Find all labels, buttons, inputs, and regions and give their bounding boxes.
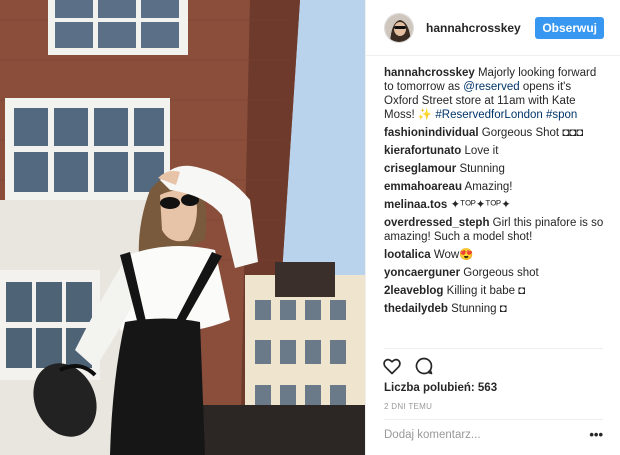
post-date[interactable]: 2 DNI TEMU	[384, 402, 432, 411]
comment-author[interactable]: emmahoareau	[384, 181, 462, 193]
list-item: kierafortunato Love it	[384, 144, 606, 158]
comment-author[interactable]: kierafortunato	[384, 145, 461, 157]
comment-author[interactable]: lootalica	[384, 249, 431, 261]
header-username[interactable]: hannahcrosskey	[426, 21, 521, 35]
comment-author[interactable]: 2leaveblog	[384, 285, 443, 297]
avatar-image	[385, 13, 413, 42]
list-item: melinaa.tos ✦ᵀᴼᴾ✦ᵀᴼᴾ✦	[384, 198, 606, 212]
caption-mention[interactable]: @reserved	[463, 81, 519, 93]
caption-hashtags[interactable]: #ReservedforLondon #spon	[435, 109, 577, 121]
list-item: lootalica Wow😍	[384, 248, 606, 262]
comment-text: Love it	[464, 145, 499, 157]
comment-text: Killing it babe ◘	[446, 285, 526, 297]
action-bar	[382, 356, 434, 376]
post-photo[interactable]	[0, 0, 365, 455]
list-item: criseglamour Stunning	[384, 162, 606, 176]
speech-bubble-icon[interactable]	[414, 356, 434, 376]
list-item: yoncaerguner Gorgeous shot	[384, 266, 606, 280]
comment-author[interactable]: fashionindividual	[384, 127, 479, 139]
comment-author[interactable]: overdressed_steph	[384, 217, 489, 229]
comment-text: Wow😍	[433, 249, 474, 261]
post-header: hannahcrosskey Obserwuj	[366, 0, 620, 56]
caption: hannahcrosskey Majorly looking forward t…	[384, 66, 606, 122]
add-comment-input[interactable]: Dodaj komentarz...	[384, 429, 481, 441]
post-sidebar: hannahcrosskey Obserwuj hannahcrosskey M…	[365, 0, 620, 455]
comment-text: Gorgeous Shot ◘◘◘	[481, 127, 584, 139]
comment-author[interactable]: thedailydeb	[384, 303, 448, 315]
caption-author[interactable]: hannahcrosskey	[384, 67, 475, 79]
heart-outline-icon[interactable]	[382, 356, 402, 376]
follow-button[interactable]: Obserwuj	[535, 17, 604, 39]
divider	[384, 419, 603, 420]
divider	[384, 348, 603, 349]
list-item: overdressed_steph Girl this pinafore is …	[384, 216, 606, 244]
comment-text: Amazing!	[464, 181, 513, 193]
comment-author[interactable]: melinaa.tos	[384, 199, 447, 211]
comment-text: Stunning ◘	[451, 303, 507, 315]
list-item: fashionindividual Gorgeous Shot ◘◘◘	[384, 126, 606, 140]
avatar[interactable]	[384, 12, 414, 43]
likes-count[interactable]: Liczba polubień: 563	[384, 382, 497, 394]
list-item: thedailydeb Stunning ◘	[384, 302, 606, 316]
ellipsis-icon[interactable]: •••	[589, 427, 603, 442]
comment-author[interactable]: criseglamour	[384, 163, 456, 175]
list-item: emmahoareau Amazing!	[384, 180, 606, 194]
comments-list: hannahcrosskey Majorly looking forward t…	[384, 66, 606, 320]
comment-text: ✦ᵀᴼᴾ✦ᵀᴼᴾ✦	[450, 199, 511, 211]
comment-text: Gorgeous shot	[463, 267, 539, 279]
comment-text: Stunning	[459, 163, 505, 175]
instagram-post: hannahcrosskey Obserwuj hannahcrosskey M…	[0, 0, 620, 455]
list-item: 2leaveblog Killing it babe ◘	[384, 284, 606, 298]
photo-illustration	[0, 0, 365, 455]
comment-author[interactable]: yoncaerguner	[384, 267, 460, 279]
